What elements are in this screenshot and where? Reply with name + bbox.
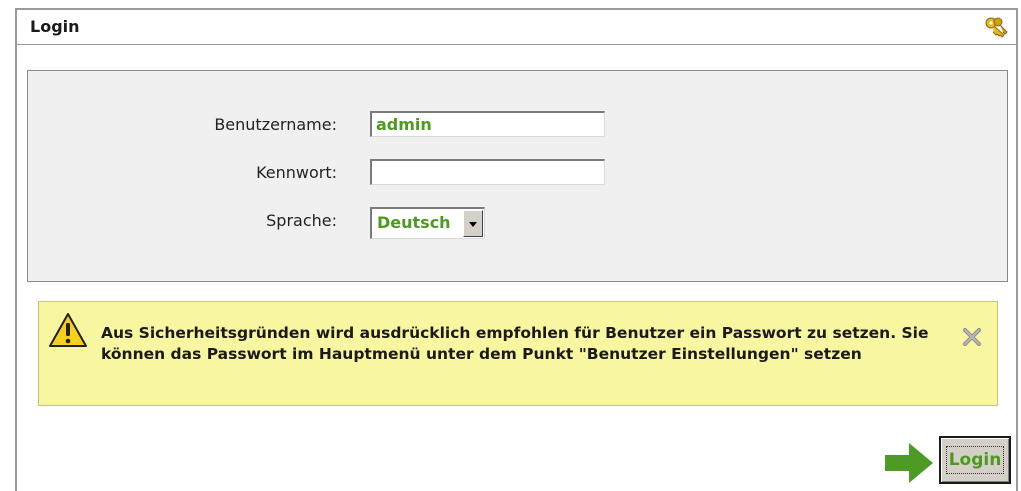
language-label: Sprache: [266, 211, 337, 230]
password-label: Kennwort: [256, 163, 337, 182]
username-field[interactable] [370, 111, 605, 137]
language-row: Sprache: Deutsch [28, 207, 1007, 239]
arrow-right-icon [883, 440, 935, 486]
password-row: Kennwort: [28, 159, 1007, 189]
chevron-down-icon[interactable] [463, 210, 483, 237]
security-warning: Aus Sicherheitsgründen wird ausdrücklich… [38, 301, 998, 406]
panel-title: Login [30, 17, 80, 36]
username-label: Benutzername: [214, 115, 337, 134]
login-button-label: Login [945, 446, 1005, 474]
warning-icon [48, 312, 88, 348]
keys-icon [984, 16, 1010, 40]
warning-message: Aus Sicherheitsgründen wird ausdrücklich… [101, 324, 929, 363]
language-select[interactable]: Deutsch [370, 207, 485, 239]
panel-header: Login [17, 10, 1016, 45]
login-panel: Login Benutzername: Kennwort: Sprache: D… [15, 8, 1018, 491]
password-field[interactable] [370, 159, 605, 185]
language-select-value: Deutsch [377, 213, 451, 232]
username-row: Benutzername: [28, 111, 1007, 141]
close-icon[interactable] [961, 326, 983, 348]
login-form: Benutzername: Kennwort: Sprache: Deutsch [27, 70, 1008, 282]
login-button[interactable]: Login [939, 436, 1011, 484]
